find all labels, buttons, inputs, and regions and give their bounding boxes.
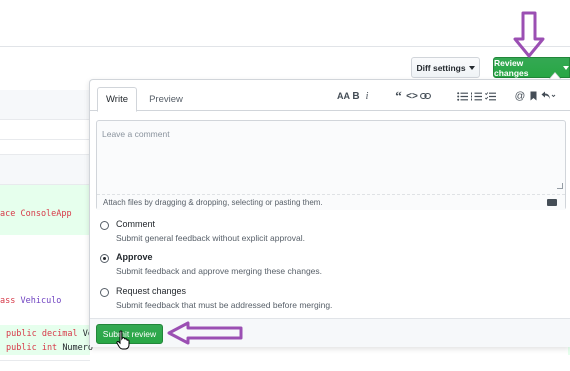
radio-approve[interactable]: [100, 254, 109, 263]
quote-icon[interactable]: “: [392, 88, 405, 103]
hand-cursor-icon: [116, 330, 130, 350]
task-list-icon[interactable]: [483, 89, 497, 103]
text-size-icon[interactable]: AA: [337, 89, 350, 103]
tab-preview[interactable]: Preview: [142, 87, 190, 112]
header-divider: [0, 46, 570, 47]
diff-settings-label: Diff settings: [416, 62, 466, 73]
attach-files-text: Attach files by dragging & dropping, sel…: [103, 198, 323, 207]
diff-settings-button[interactable]: Diff settings: [411, 57, 480, 78]
annotation-arrow-down-icon: [513, 11, 545, 58]
italic-icon[interactable]: i: [362, 89, 372, 103]
chevron-down-icon: [563, 65, 569, 70]
option-title: Approve: [116, 252, 153, 262]
diff-row: [0, 140, 90, 155]
format-toolbar-extra: @: [513, 89, 557, 103]
mention-icon[interactable]: @: [513, 89, 527, 103]
markdown-icon[interactable]: [547, 199, 557, 206]
option-description: Submit feedback that must be addressed b…: [116, 300, 333, 310]
option-title: Comment: [116, 219, 156, 229]
format-toolbar-lists: [455, 89, 497, 103]
unordered-list-icon[interactable]: [455, 89, 469, 103]
code-line-property1: public decimal Ve: [6, 329, 93, 339]
property-keyword: public decimal: [6, 329, 78, 339]
reply-icon[interactable]: [539, 89, 557, 103]
code-line-class: ass Vehiculo: [0, 296, 61, 306]
format-toolbar-text: AA B i: [337, 89, 372, 103]
class-keyword: ass: [0, 296, 16, 306]
comment-textarea[interactable]: Leave a comment Attach files by dragging…: [96, 120, 566, 210]
radio-request-changes[interactable]: [100, 288, 109, 297]
code-icon[interactable]: <>: [405, 89, 419, 103]
review-footer: Submit review: [90, 318, 570, 347]
diff-hunk-row: [0, 155, 90, 185]
option-title: Request changes: [116, 286, 187, 296]
review-popover: Write Preview AA B i “ <> @ Leave a comm…: [89, 79, 570, 347]
chevron-down-icon: [468, 65, 475, 70]
code-line-namespace: ace ConsoleApp: [0, 209, 72, 219]
link-icon[interactable]: [419, 89, 432, 103]
diff-row: [0, 360, 90, 361]
comment-placeholder: Leave a comment: [102, 129, 170, 139]
resize-handle-icon[interactable]: [557, 183, 563, 189]
attach-files-area[interactable]: Attach files by dragging & dropping, sel…: [97, 194, 565, 210]
bookmark-icon[interactable]: [527, 89, 539, 103]
annotation-arrow-left-icon: [167, 321, 243, 345]
bold-icon[interactable]: B: [350, 89, 362, 103]
property-keyword: public int: [6, 343, 58, 353]
option-description: Submit general feedback without explicit…: [116, 233, 305, 243]
tab-write[interactable]: Write: [97, 87, 137, 112]
class-name: Vehiculo: [20, 296, 62, 306]
radio-comment[interactable]: [100, 221, 109, 230]
option-description: Submit feedback and approve merging thes…: [116, 266, 323, 276]
diff-row: [0, 120, 90, 140]
file-header-row: [0, 90, 90, 120]
ordered-list-icon[interactable]: [469, 89, 483, 103]
namespace-text: ace ConsoleApp: [0, 209, 72, 219]
editor-tabbar: Write Preview AA B i “ <> @: [90, 80, 570, 112]
code-line-property2: public int Numero: [6, 343, 93, 353]
format-toolbar-insert: “ <>: [392, 88, 432, 103]
